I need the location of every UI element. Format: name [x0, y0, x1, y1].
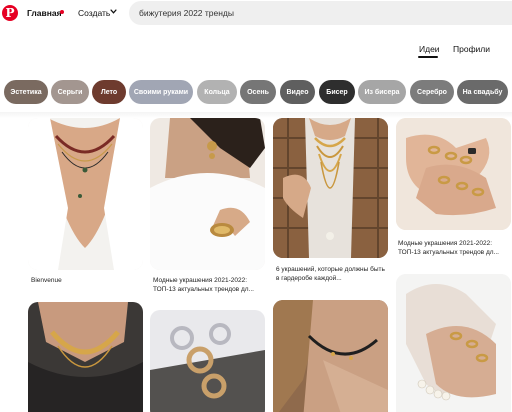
chip-svoimi-rukami[interactable]: Своими руками [129, 80, 193, 104]
search-input[interactable] [139, 1, 499, 25]
chip-estetika[interactable]: Эстетика [4, 80, 48, 104]
chip-osen[interactable]: Осень [240, 80, 276, 104]
chip-serebro[interactable]: Серебро [410, 80, 454, 104]
pin-image-7[interactable] [273, 300, 388, 412]
chip-koltsa[interactable]: Кольца [197, 80, 237, 104]
nav-create-link[interactable]: Создать [78, 8, 110, 18]
tab-ideas[interactable]: Идеи [419, 44, 440, 54]
pin-image-2[interactable] [150, 118, 265, 270]
pin-caption-4[interactable]: Модные украшения 2021-2022: ТОП-13 актуа… [398, 239, 510, 257]
pin-image-3[interactable] [273, 118, 388, 258]
chevron-down-icon[interactable] [110, 8, 117, 15]
pin-image-8[interactable] [396, 274, 511, 412]
pin-image-6[interactable] [150, 310, 265, 412]
nav-home-link[interactable]: Главная [27, 8, 62, 18]
chip-na-svadbu[interactable]: На свадьбу [457, 80, 508, 104]
chip-sergi[interactable]: Серьги [51, 80, 89, 104]
chip-biser[interactable]: Бисер [319, 80, 355, 104]
chip-video[interactable]: Видео [280, 80, 315, 104]
pin-caption-1[interactable]: Bienvenue [31, 276, 141, 285]
search-bar[interactable] [129, 1, 512, 25]
tab-profiles[interactable]: Профили [453, 44, 490, 54]
pin-caption-3[interactable]: 6 украшений, которые должны быть в гарде… [276, 265, 388, 283]
notification-dot [60, 10, 64, 14]
pin-caption-2[interactable]: Модные украшения 2021-2022: ТОП-13 актуа… [153, 276, 265, 294]
chip-leto[interactable]: Лето [92, 80, 126, 104]
pin-image-1[interactable] [28, 118, 143, 270]
chip-iz-bisera[interactable]: Из бисера [358, 80, 406, 104]
pin-image-5[interactable] [28, 302, 143, 412]
tab-ideas-underline [418, 56, 438, 58]
pin-image-4[interactable] [396, 118, 511, 230]
pinterest-logo[interactable]: P [2, 5, 18, 21]
